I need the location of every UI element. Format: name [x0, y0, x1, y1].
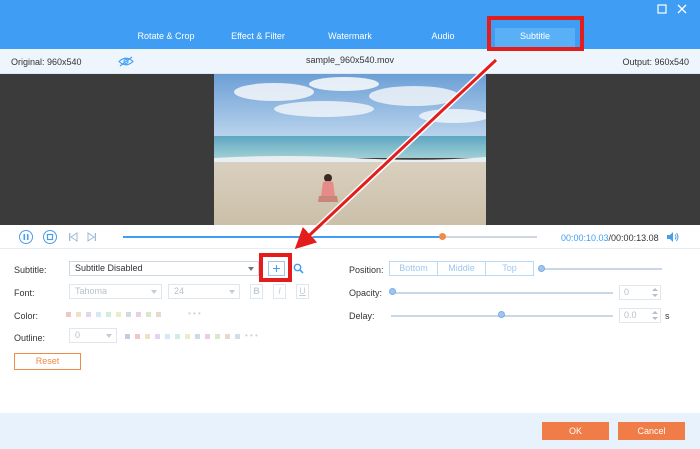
annotation-arrow	[293, 57, 499, 251]
